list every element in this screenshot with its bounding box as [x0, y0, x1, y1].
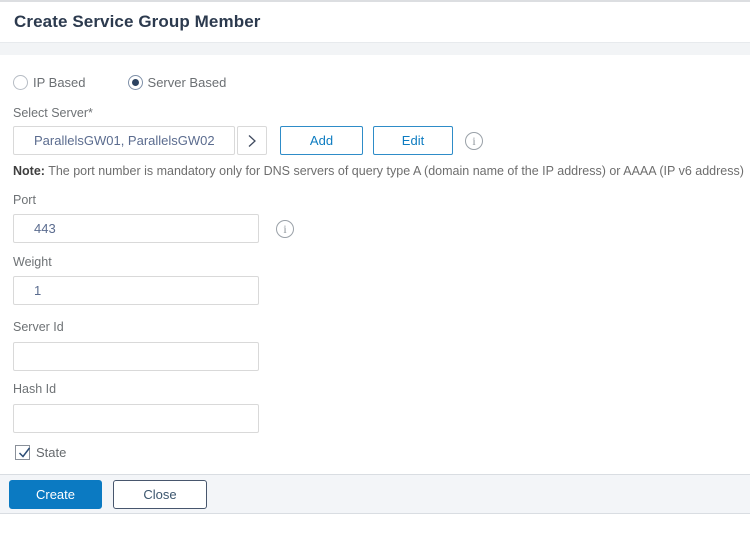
server-id-row: [13, 342, 740, 371]
server-id-label: Server Id: [13, 321, 740, 334]
port-row: i: [13, 214, 740, 243]
info-icon[interactable]: i: [276, 220, 294, 238]
weight-label: Weight: [13, 256, 740, 269]
port-input[interactable]: [13, 214, 259, 243]
select-server-input[interactable]: [13, 126, 235, 155]
footer-bar: Create Close: [0, 474, 750, 514]
weight-input[interactable]: [13, 276, 259, 305]
hash-id-input[interactable]: [13, 404, 259, 433]
server-expander-button[interactable]: [237, 126, 267, 155]
hash-id-label: Hash Id: [13, 383, 740, 396]
select-server-row: Add Edit i: [13, 126, 740, 155]
form-body: IP Based Server Based Select Server* Add…: [0, 74, 750, 460]
edit-server-button[interactable]: Edit: [373, 126, 453, 155]
weight-row: [13, 276, 740, 305]
dialog-header: Create Service Group Member: [0, 0, 750, 42]
close-button[interactable]: Close: [113, 480, 207, 509]
radio-server-based-label: Server Based: [148, 75, 227, 90]
note-prefix: Note:: [13, 164, 45, 178]
add-server-button[interactable]: Add: [280, 126, 363, 155]
radio-server-based[interactable]: Server Based: [128, 75, 227, 90]
port-note: Note: The port number is mandatory only …: [13, 164, 740, 178]
hash-id-row: [13, 404, 740, 433]
member-type-radio-group: IP Based Server Based: [13, 74, 740, 90]
info-icon[interactable]: i: [465, 132, 483, 150]
page-title: Create Service Group Member: [14, 12, 260, 32]
select-server-label: Select Server*: [13, 107, 740, 120]
radio-circle-icon[interactable]: [13, 75, 28, 90]
state-checkbox[interactable]: [15, 445, 30, 460]
state-label: State: [36, 445, 66, 460]
server-id-input[interactable]: [13, 342, 259, 371]
radio-selected-icon[interactable]: [128, 75, 143, 90]
create-button[interactable]: Create: [9, 480, 102, 509]
state-row: State: [13, 444, 740, 460]
chevron-right-icon: [247, 134, 257, 148]
note-text: The port number is mandatory only for DN…: [45, 164, 744, 178]
header-separator-band: [0, 42, 750, 55]
port-label: Port: [13, 194, 740, 207]
radio-ip-based-label: IP Based: [33, 75, 86, 90]
radio-ip-based[interactable]: IP Based: [13, 75, 86, 90]
